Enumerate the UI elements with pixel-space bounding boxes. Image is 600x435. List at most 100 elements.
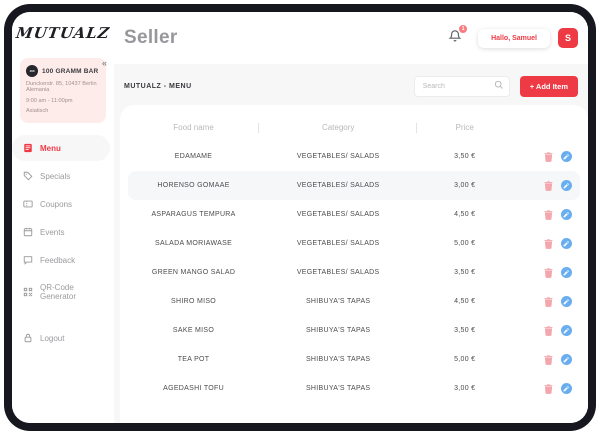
edit-button[interactable]: [561, 151, 572, 162]
table-row[interactable]: GREEN MANGO SALAD VEGETABLES/ SALADS 3,5…: [128, 258, 580, 287]
sidebar-item-menu[interactable]: Menu: [12, 135, 110, 161]
edit-button[interactable]: [561, 209, 572, 220]
sidebar-item-label: Coupons: [40, 200, 72, 209]
add-item-button[interactable]: + Add Item: [520, 76, 578, 97]
sidebar-item-qr-code-generator[interactable]: QR-Code Generator: [12, 275, 110, 309]
delete-icon[interactable]: [544, 239, 553, 249]
row-actions: [512, 325, 580, 336]
sidebar-item-label: Menu: [40, 144, 61, 153]
calendar-icon: [23, 227, 33, 237]
business-card-header: 100 100 GRAMM BAR: [26, 65, 100, 77]
delete-icon[interactable]: [544, 152, 553, 162]
row-food-name: TEA POT: [128, 356, 259, 363]
chat-icon: [23, 255, 33, 265]
qr-code-icon: [23, 287, 33, 297]
delete-icon[interactable]: [544, 268, 553, 278]
row-category: SHIBUYA'S TAPAS: [259, 298, 417, 305]
row-food-name: SAKE MISO: [128, 327, 259, 334]
delete-icon[interactable]: [544, 384, 553, 394]
edit-button[interactable]: [561, 354, 572, 365]
sidebar-item-feedback[interactable]: Feedback: [12, 247, 110, 273]
delete-icon[interactable]: [544, 297, 553, 307]
table-header: Food name Category Price: [128, 119, 580, 136]
ticket-icon: [23, 199, 33, 209]
column-header-actions: [512, 119, 580, 136]
row-price: 5,00 €: [417, 356, 512, 363]
row-food-name: ASPARAGUS TEMPURA: [128, 211, 259, 218]
sidebar-item-label: Events: [40, 228, 64, 237]
delete-icon[interactable]: [544, 181, 553, 191]
user-greeting-button[interactable]: Hallo, Samuel: [478, 29, 550, 48]
row-category: SHIBUYA'S TAPAS: [259, 327, 417, 334]
row-food-name: EDAMAME: [128, 153, 259, 160]
table-row[interactable]: HORENSO GOMAAE VEGETABLES/ SALADS 3,00 €: [128, 171, 580, 200]
toolbar: MUTUALZ - MENU + Add Item: [114, 64, 588, 105]
row-actions: [512, 180, 580, 191]
edit-button[interactable]: [561, 238, 572, 249]
edit-pencil-icon: [563, 241, 569, 247]
column-header-food-name: Food name: [128, 119, 259, 136]
row-actions: [512, 209, 580, 220]
page-title: Seller: [124, 27, 448, 49]
table-row[interactable]: EDAMAME VEGETABLES/ SALADS 3,50 €: [128, 142, 580, 171]
brand-logo: MUTUALZ: [12, 24, 115, 42]
sidebar-item-label: Logout: [40, 334, 64, 343]
delete-icon[interactable]: [544, 210, 553, 220]
row-category: SHIBUYA'S TAPAS: [259, 385, 417, 392]
edit-pencil-icon: [563, 212, 569, 218]
table-row[interactable]: SALADA MORIAWASE VEGETABLES/ SALADS 5,00…: [128, 229, 580, 258]
sidebar-nav: Menu Specials Coupons Events Feedback QR…: [12, 135, 114, 351]
row-food-name: HORENSO GOMAAE: [128, 182, 259, 189]
sidebar-item-coupons[interactable]: Coupons: [12, 191, 110, 217]
sidebar-item-specials[interactable]: Specials: [12, 163, 110, 189]
row-actions: [512, 296, 580, 307]
table-row[interactable]: SHIRO MISO SHIBUYA'S TAPAS 4,50 €: [128, 287, 580, 316]
delete-icon[interactable]: [544, 355, 553, 365]
restaurant-logo: 100: [26, 65, 38, 77]
table-row[interactable]: SAKE MISO SHIBUYA'S TAPAS 3,50 €: [128, 316, 580, 345]
table-row[interactable]: ASPARAGUS TEMPURA VEGETABLES/ SALADS 4,5…: [128, 200, 580, 229]
user-avatar[interactable]: S: [558, 28, 578, 48]
edit-pencil-icon: [563, 154, 569, 160]
lock-icon: [23, 333, 33, 343]
table-row[interactable]: TEA POT SHIBUYA'S TAPAS 5,00 €: [128, 345, 580, 374]
device-frame: MUTUALZ « 100 100 GRAMM BAR Dunckerstr. …: [4, 4, 596, 431]
edit-button[interactable]: [561, 267, 572, 278]
row-price: 3,50 €: [417, 153, 512, 160]
sidebar-collapse-icon[interactable]: «: [102, 58, 107, 68]
restaurant-name: 100 GRAMM BAR: [42, 68, 98, 75]
main-area: Seller 1 Hallo, Samuel S MUTUALZ - MENU …: [114, 12, 588, 423]
search-icon[interactable]: [494, 80, 504, 90]
row-actions: [512, 238, 580, 249]
row-price: 3,00 €: [417, 182, 512, 189]
notifications-button[interactable]: 1: [448, 29, 462, 48]
edit-pencil-icon: [563, 270, 569, 276]
edit-pencil-icon: [563, 328, 569, 334]
sidebar-item-events[interactable]: Events: [12, 219, 110, 245]
row-price: 3,50 €: [417, 327, 512, 334]
row-food-name: AGEDASHI TOFU: [128, 385, 259, 392]
row-category: VEGETABLES/ SALADS: [259, 153, 417, 160]
row-category: VEGETABLES/ SALADS: [259, 269, 417, 276]
edit-button[interactable]: [561, 180, 572, 191]
top-header: Seller 1 Hallo, Samuel S: [114, 12, 588, 64]
column-header-category: Category: [259, 119, 417, 136]
edit-button[interactable]: [561, 383, 572, 394]
row-actions: [512, 151, 580, 162]
table-body: EDAMAME VEGETABLES/ SALADS 3,50 € HORENS…: [128, 142, 580, 403]
breadcrumb: MUTUALZ - MENU: [124, 83, 414, 90]
edit-pencil-icon: [563, 183, 569, 189]
restaurant-address: Dunckerstr. 85, 10437 Berlin Alemania: [26, 81, 100, 95]
delete-icon[interactable]: [544, 326, 553, 336]
sidebar-item-logout[interactable]: Logout: [12, 325, 110, 351]
row-actions: [512, 383, 580, 394]
edit-button[interactable]: [561, 325, 572, 336]
table-row[interactable]: AGEDASHI TOFU SHIBUYA'S TAPAS 3,00 €: [128, 374, 580, 403]
edit-button[interactable]: [561, 296, 572, 307]
row-category: VEGETABLES/ SALADS: [259, 240, 417, 247]
column-header-price: Price: [417, 119, 512, 136]
row-food-name: SHIRO MISO: [128, 298, 259, 305]
row-price: 3,00 €: [417, 385, 512, 392]
row-price: 4,50 €: [417, 211, 512, 218]
business-card[interactable]: 100 100 GRAMM BAR Dunckerstr. 85, 10437 …: [20, 58, 106, 123]
